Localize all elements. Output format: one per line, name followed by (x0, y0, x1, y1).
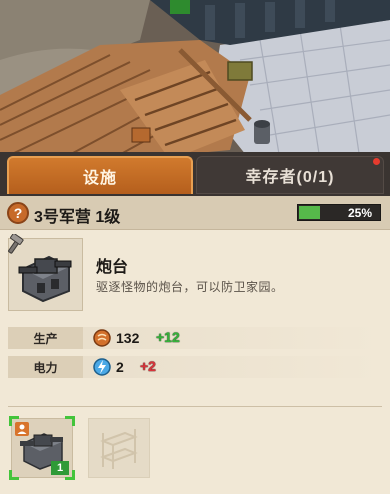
progress-bar: 25% (297, 204, 381, 221)
power-value: 2 (116, 359, 124, 375)
lightning-icon (93, 358, 111, 376)
tab-survivors-label: 幸存者(0/1) (245, 169, 335, 186)
tab-survivors[interactable]: 幸存者(0/1) (196, 156, 384, 194)
production-row: 生产 132 +12 (0, 327, 390, 349)
building-header: ? 3号军营 1级 25% (0, 196, 390, 230)
power-delta: +2 (140, 358, 156, 374)
divider (8, 406, 382, 407)
progress-label: 25% (347, 205, 372, 220)
assign-survivor-icon (15, 422, 29, 436)
production-value: 132 (116, 330, 140, 346)
tab-bar: 设施 幸存者(0/1) (0, 152, 390, 196)
coin-icon (93, 329, 111, 347)
slot-count-badge: 1 (51, 461, 69, 475)
production-delta: +12 (156, 329, 180, 345)
facility-panel: ? 3号军营 1级 25% 炮台 驱逐怪物的炮台，可以防卫家园。 生产 132 … (0, 196, 390, 494)
item-name: 炮台 (96, 259, 129, 276)
slot-cannon-turret[interactable]: 1 (9, 416, 75, 480)
help-button[interactable]: ? (7, 202, 29, 224)
bunk-bed-icon (100, 429, 138, 469)
slot-bunk-bed[interactable] (88, 418, 150, 478)
game-scene[interactable] (0, 0, 390, 160)
notification-dot (373, 158, 380, 165)
selection-corner (65, 416, 75, 426)
selection-corner (9, 470, 19, 480)
tab-facilities[interactable]: 设施 (7, 156, 193, 194)
power-row-bg (83, 356, 382, 378)
power-row: 电力 2 +2 (0, 356, 390, 378)
scene-artwork (0, 0, 390, 160)
building-title: 3号军营 1级 (34, 209, 121, 226)
hammer-icon (8, 234, 24, 254)
production-label: 生产 (8, 327, 83, 349)
power-label: 电力 (8, 356, 83, 378)
item-description: 驱逐怪物的炮台，可以防卫家园。 (96, 280, 284, 294)
